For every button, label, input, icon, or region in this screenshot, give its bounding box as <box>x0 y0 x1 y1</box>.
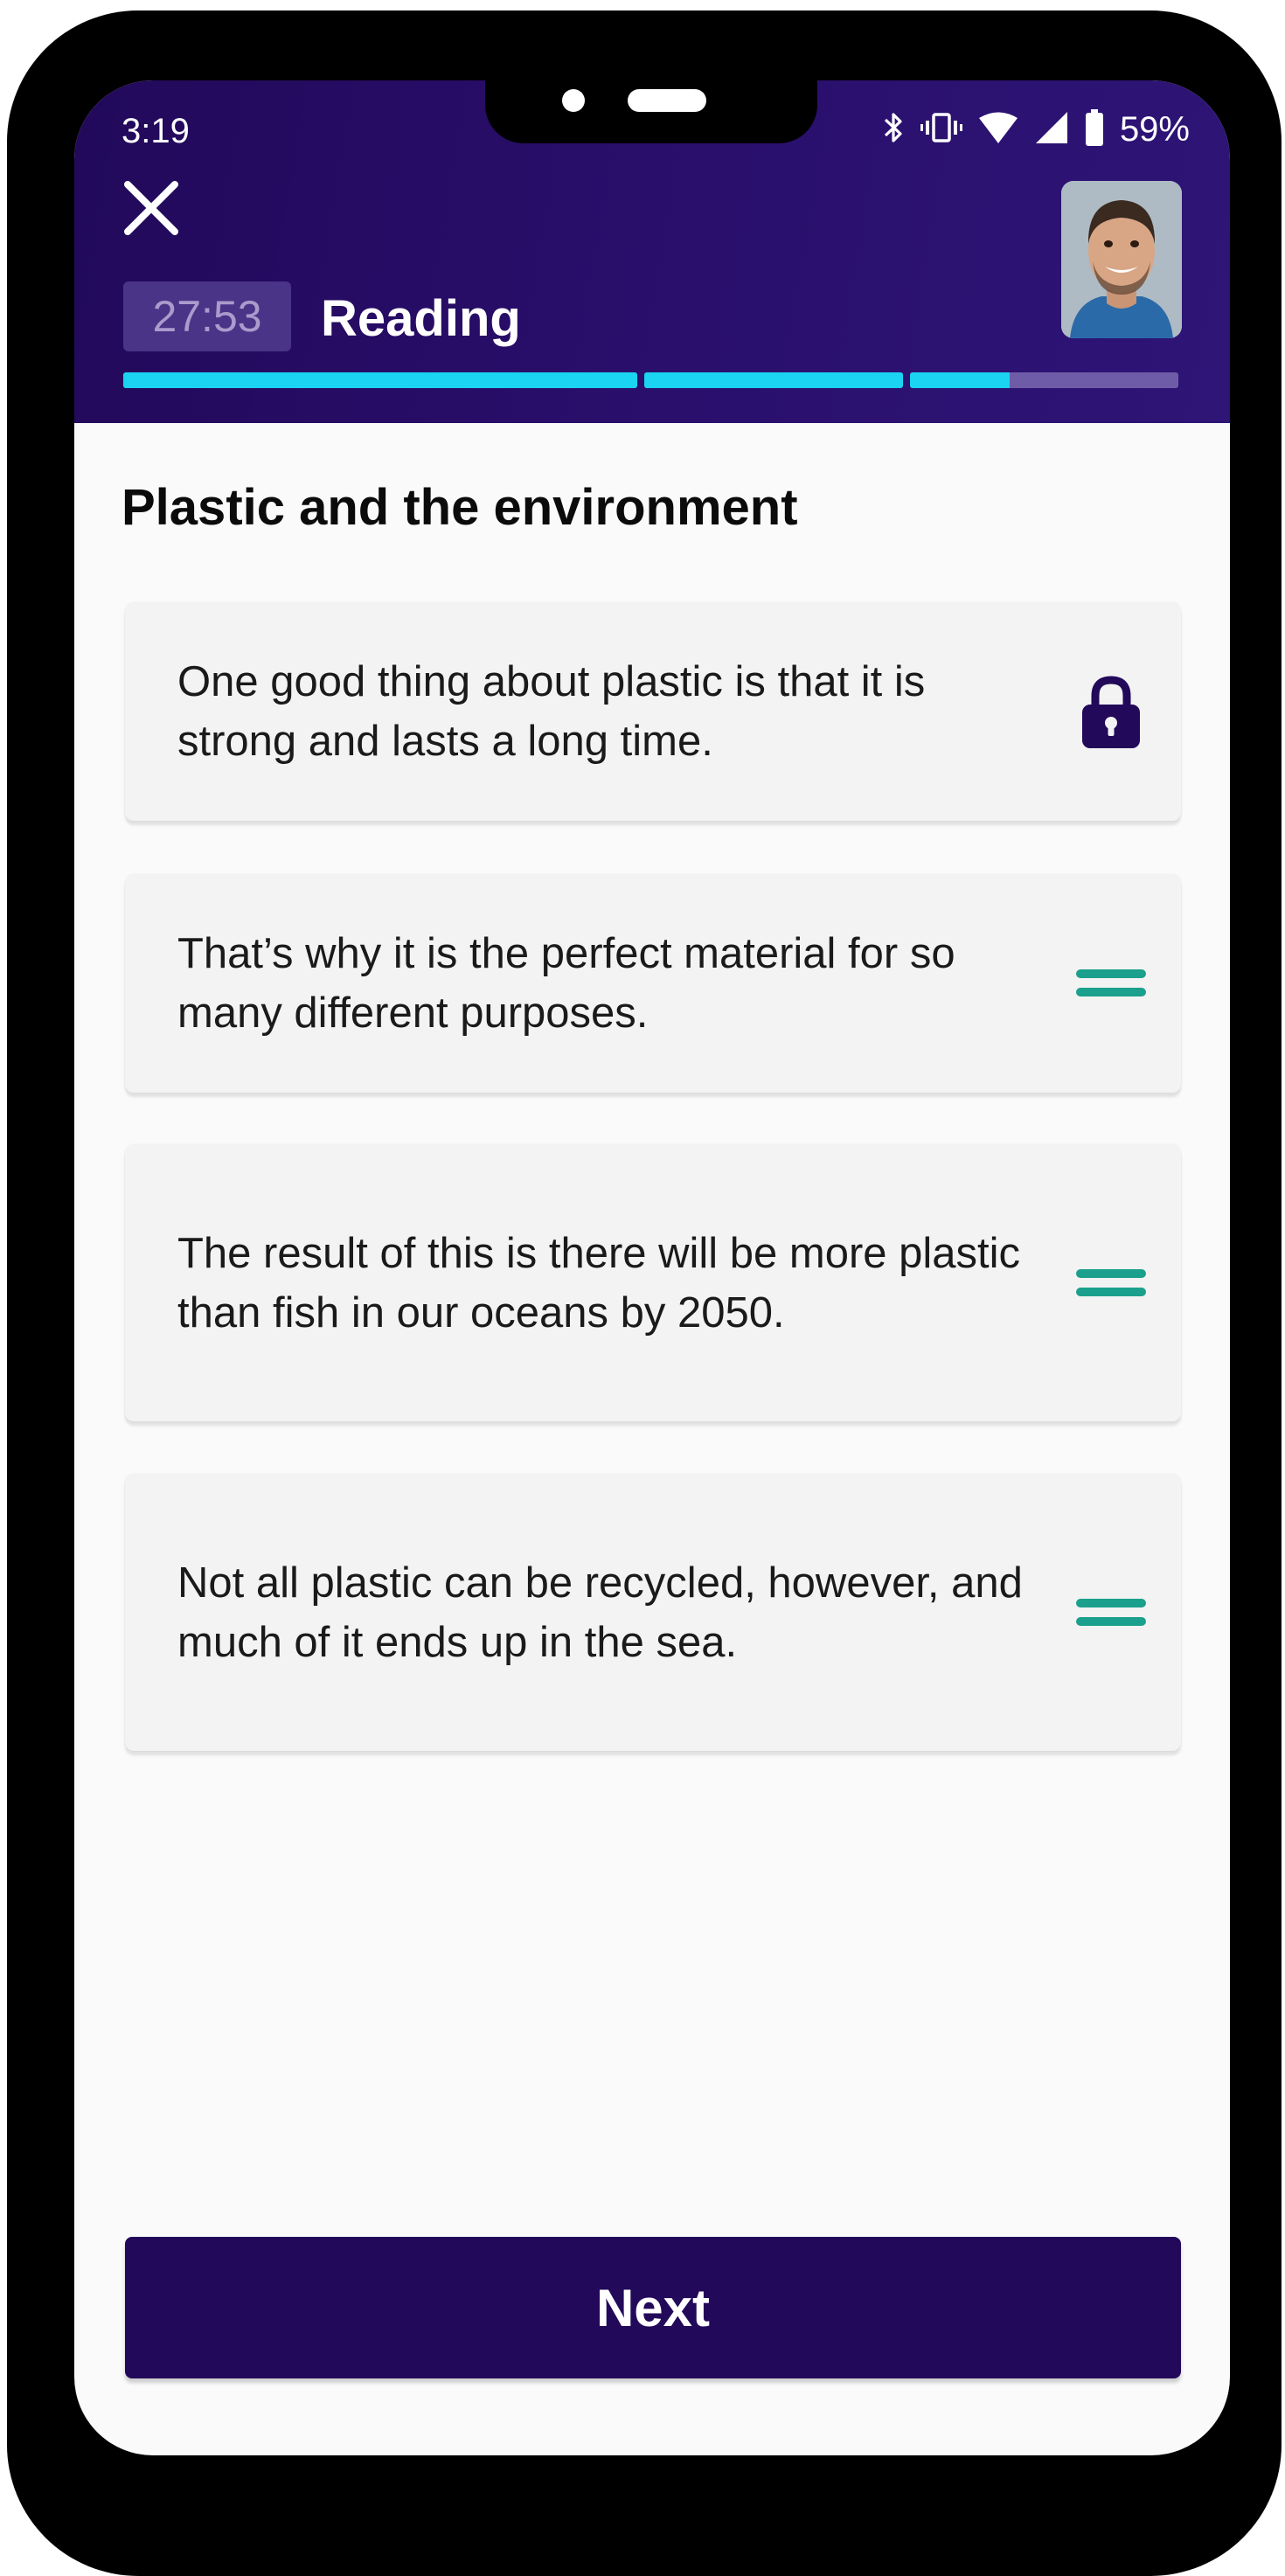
sentence-text: Not all plastic can be recycled, however… <box>177 1559 1023 1666</box>
sentence-text: That’s why it is the perfect material fo… <box>177 930 955 1037</box>
front-camera <box>562 89 585 112</box>
sentence-card[interactable]: The result of this is there will be more… <box>125 1144 1181 1421</box>
progress-segment-fill <box>123 372 637 388</box>
progress-segment <box>910 372 1178 388</box>
battery-icon <box>1085 108 1104 150</box>
close-button[interactable] <box>118 175 184 241</box>
battery-percent: 59% <box>1119 109 1190 149</box>
sentence-text: The result of this is there will be more… <box>177 1229 1021 1337</box>
section-title: Reading <box>321 289 521 347</box>
sentence-card[interactable]: Not all plastic can be recycled, however… <box>125 1474 1181 1751</box>
close-icon <box>124 181 178 235</box>
progress-segment-fill <box>644 372 903 388</box>
phone-frame: 3:19 59% 27:53 Reading Plastic and the e… <box>7 10 1282 2576</box>
status-time: 3:19 <box>122 112 190 150</box>
lesson-progress-bar <box>123 372 1182 388</box>
drag-handle-icon[interactable] <box>1076 1578 1146 1648</box>
earpiece-speaker <box>628 89 706 112</box>
lesson-header: 3:19 59% 27:53 Reading <box>74 80 1230 423</box>
app-screen: 3:19 59% 27:53 Reading Plastic and the e… <box>74 80 1230 2455</box>
avatar-icon <box>1061 181 1182 338</box>
camera-notch <box>485 80 817 143</box>
next-button[interactable]: Next <box>125 2237 1181 2378</box>
status-icons: 59% <box>882 107 1190 152</box>
wifi-icon <box>978 110 1018 149</box>
drag-handle-icon[interactable] <box>1076 1248 1146 1318</box>
drag-handle-icon[interactable] <box>1076 948 1146 1018</box>
page-title: Plastic and the environment <box>122 479 798 536</box>
progress-segment <box>123 372 637 388</box>
sentence-card[interactable]: That’s why it is the perfect material fo… <box>125 874 1181 1093</box>
vibrate-icon <box>920 110 962 149</box>
progress-segment <box>644 372 903 388</box>
user-avatar[interactable] <box>1061 181 1182 338</box>
bluetooth-icon <box>882 110 905 149</box>
cell-signal-icon <box>1034 110 1069 149</box>
lock-icon <box>1076 676 1146 748</box>
sentence-card-locked: One good thing about plastic is that it … <box>125 602 1181 821</box>
countdown-timer: 27:53 <box>123 281 291 351</box>
progress-segment-fill <box>910 372 1010 388</box>
sentence-text: One good thing about plastic is that it … <box>177 658 926 765</box>
